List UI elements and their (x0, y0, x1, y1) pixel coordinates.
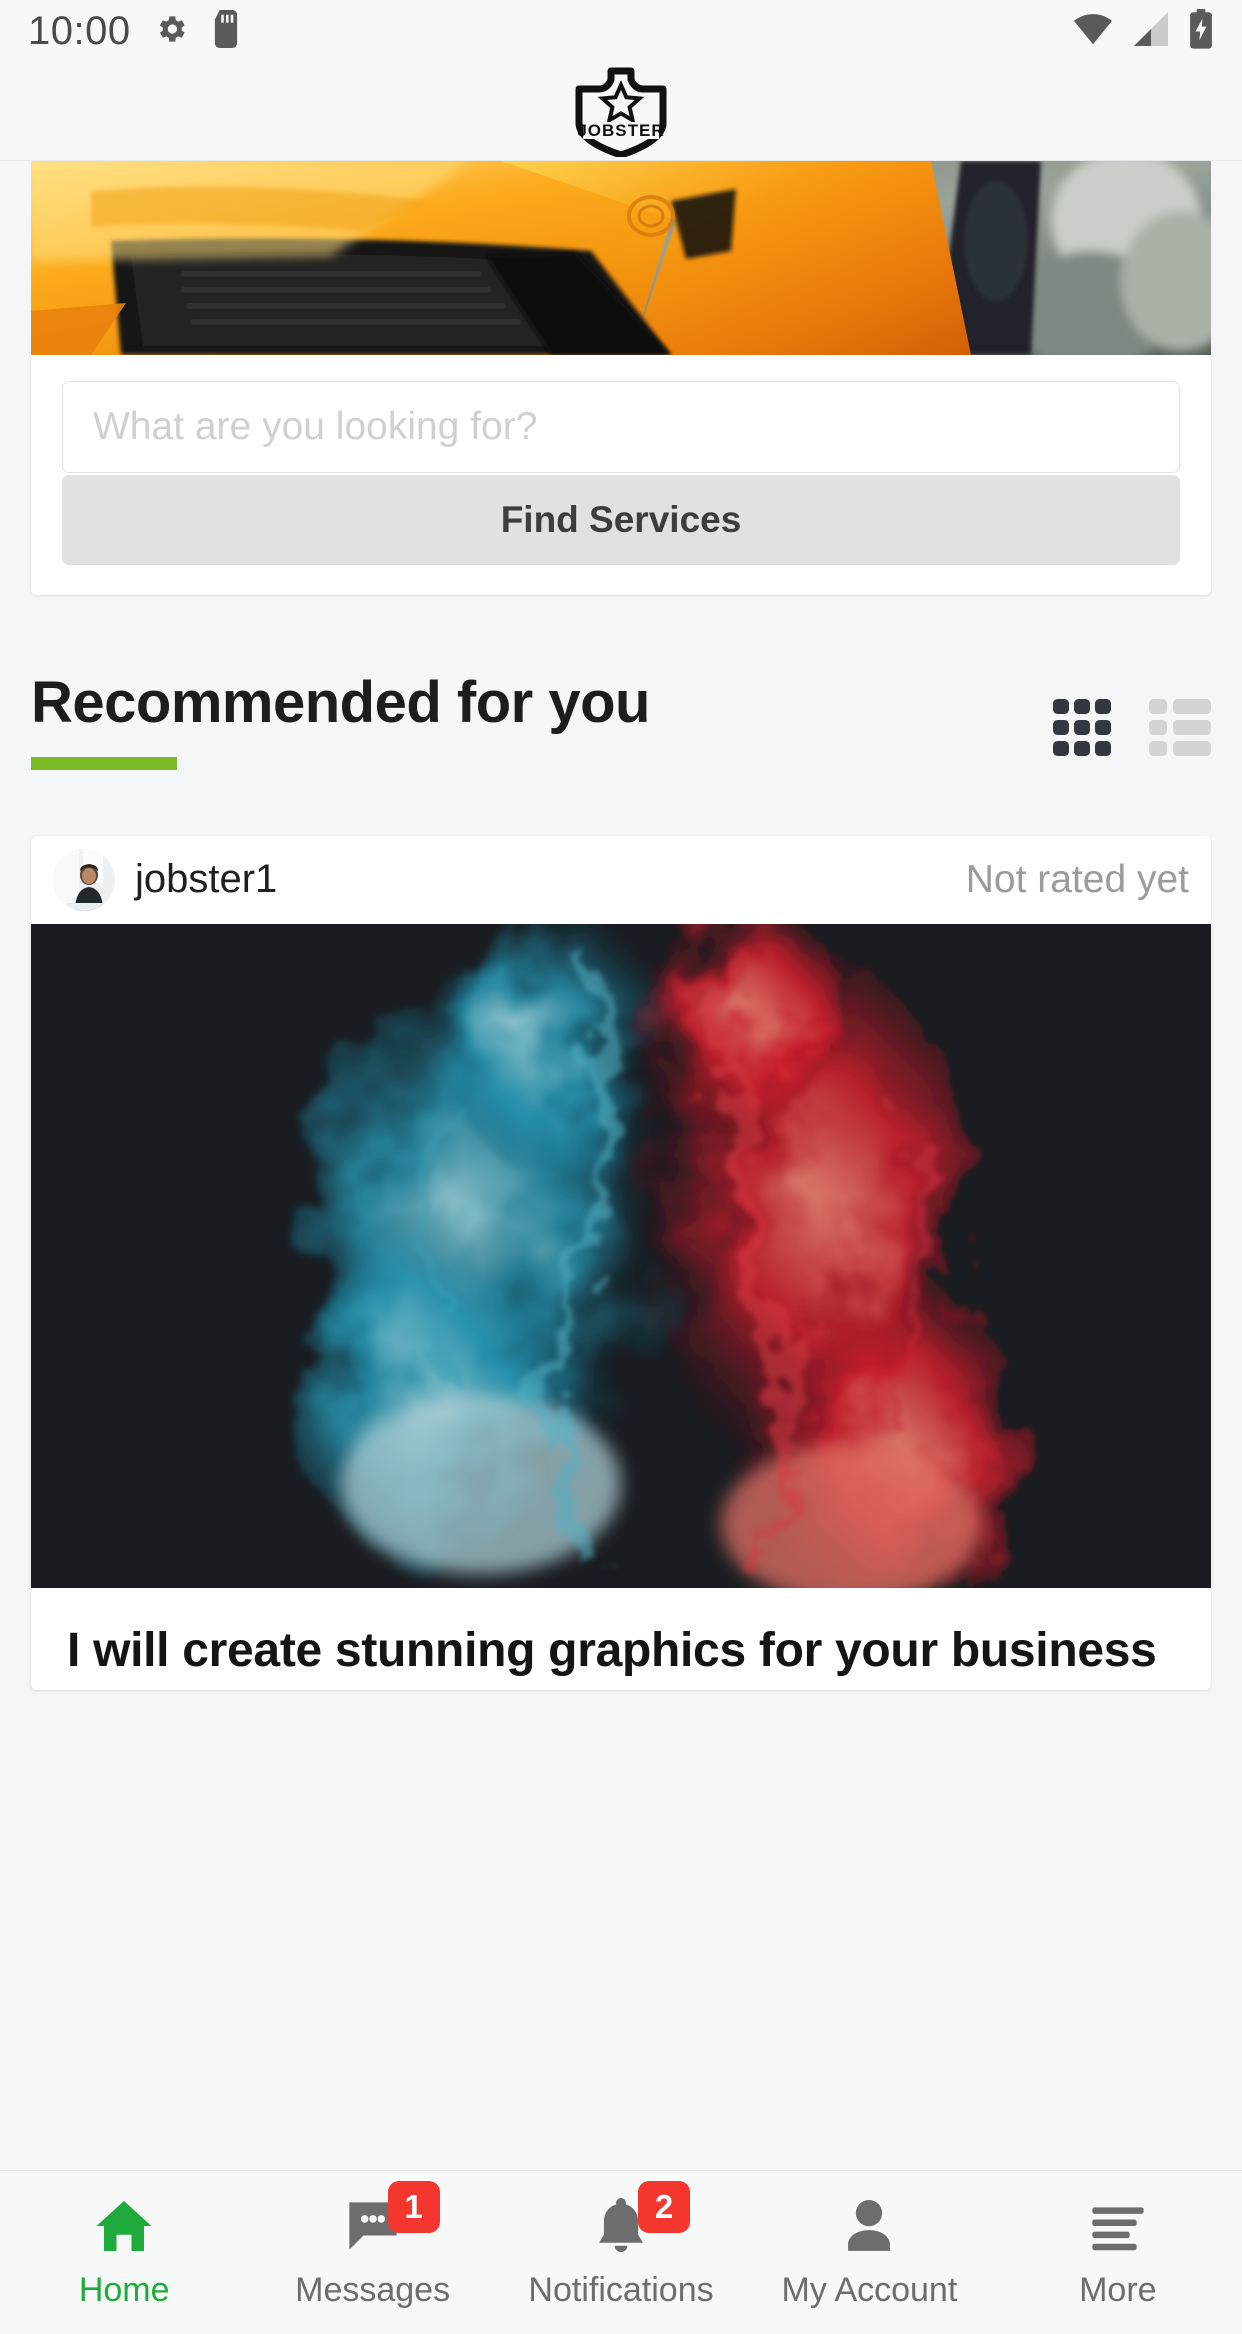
recommended-section-header: Recommended for you (31, 670, 1211, 770)
battery-charging-icon (1188, 8, 1214, 54)
logo-text: JOBSTER (577, 121, 664, 140)
home-icon (96, 2201, 152, 2251)
status-bar: 10:00 (0, 0, 1242, 62)
hero-car-image (31, 161, 1211, 355)
gig-image-artwork (31, 893, 1211, 1614)
home-icon-wrap (94, 2195, 154, 2257)
notifications-badge: 2 (638, 2181, 691, 2233)
avatar[interactable] (53, 848, 115, 911)
search-card: Find Services (31, 355, 1211, 595)
gig-username[interactable]: jobster1 (135, 857, 277, 902)
nav-label-more: More (1079, 2271, 1157, 2309)
status-bar-left: 10:00 (28, 9, 241, 54)
nav-label-messages: Messages (295, 2271, 451, 2309)
page-title: Recommended for you (31, 670, 650, 735)
nav-label-home: Home (78, 2271, 170, 2309)
gig-image[interactable] (31, 893, 1211, 1614)
bottom-navigation: Home 1 Messages 2 Notifications My Accou… (0, 2170, 1242, 2334)
shield-star-logo-icon: JOBSTER (575, 67, 667, 157)
avatar-image (53, 848, 115, 911)
person-icon-wrap (842, 2195, 896, 2257)
hero-banner[interactable] (31, 161, 1211, 355)
grid-view-icon[interactable] (1051, 697, 1113, 764)
nav-item-notifications[interactable]: 2 Notifications (497, 2171, 745, 2334)
gear-icon (153, 11, 189, 52)
gig-card-header: jobster1 Not rated yet (31, 836, 1211, 924)
nav-item-home[interactable]: Home (0, 2171, 248, 2334)
list-view-icon[interactable] (1149, 697, 1211, 764)
gig-title: I will create stunning graphics for your… (67, 1623, 1157, 1677)
gig-card[interactable]: jobster1 Not rated yet I will create stu… (31, 835, 1211, 1691)
nav-item-more[interactable]: More (994, 2171, 1242, 2334)
person-icon (848, 2199, 891, 2251)
title-accent-underline (31, 756, 177, 770)
wifi-icon (1072, 12, 1114, 51)
bell-icon-wrap: 2 (594, 2181, 691, 2257)
status-bar-clock: 10:00 (28, 8, 131, 53)
view-toggle-group (1051, 697, 1211, 764)
gig-rating-text: Not rated yet (965, 857, 1189, 901)
jobster-logo[interactable]: JOBSTER (569, 65, 673, 157)
search-input[interactable] (62, 381, 1180, 473)
nav-item-messages[interactable]: 1 Messages (248, 2171, 496, 2334)
message-icon-wrap: 1 (344, 2181, 440, 2257)
nav-item-my-account[interactable]: My Account (745, 2171, 993, 2334)
messages-badge: 1 (387, 2181, 440, 2233)
hamburger-icon (1092, 2207, 1144, 2251)
signal-icon (1131, 11, 1171, 51)
section-title-wrap: Recommended for you (31, 670, 1051, 770)
nav-label-notifications: Notifications (528, 2271, 714, 2309)
status-bar-right (1072, 8, 1214, 54)
hamburger-icon-wrap (1090, 2195, 1146, 2257)
sd-card-icon (211, 9, 241, 53)
app-header: JOBSTER (0, 62, 1242, 161)
app-root: 10:00 JOBSTER What are you looking for? … (0, 0, 1242, 2334)
find-services-button[interactable]: Find Services (62, 475, 1180, 565)
nav-label-my-account: My Account (781, 2271, 958, 2309)
